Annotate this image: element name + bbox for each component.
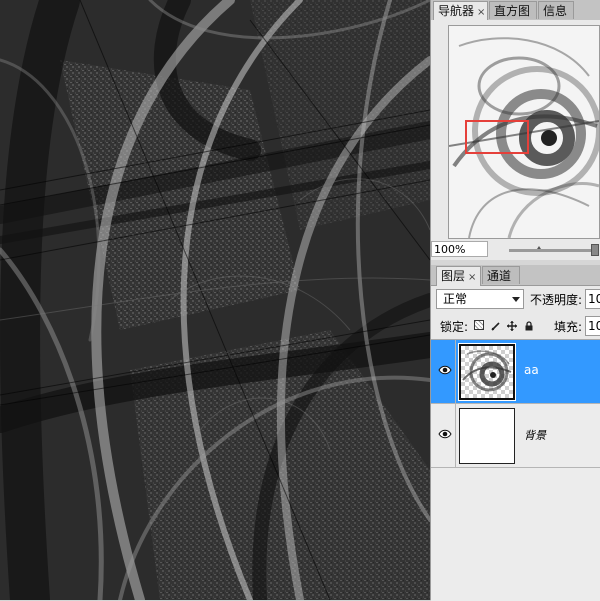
lock-transparent-icon[interactable] bbox=[474, 320, 484, 330]
layers-panel: 图层× 通道 正常 不透明度: 10 锁定: bbox=[431, 265, 600, 601]
eye-icon bbox=[438, 365, 452, 375]
chevron-down-icon bbox=[512, 297, 520, 302]
navigator-tabbar: 导航器 × 直方图 信息 bbox=[431, 0, 600, 21]
opacity-label: 不透明度: bbox=[530, 293, 583, 307]
fill-input[interactable]: 10 bbox=[585, 316, 600, 336]
document-canvas[interactable] bbox=[0, 0, 430, 600]
tab-navigator[interactable]: 导航器 × bbox=[433, 1, 488, 21]
tab-layers[interactable]: 图层 × bbox=[436, 266, 481, 286]
fractal-artwork bbox=[0, 0, 430, 600]
panel-dock: 导航器 × 直方图 信息 100% 图层 × 通道 正常 不透明度: 1 锁定:… bbox=[430, 0, 600, 601]
layer-thumbnail bbox=[459, 408, 515, 464]
navigator-preview[interactable] bbox=[448, 25, 600, 239]
layer-list: aa 背景 bbox=[431, 339, 600, 601]
layer-thumbnail-image bbox=[462, 350, 512, 392]
layer-row-aa[interactable]: aa bbox=[431, 340, 600, 404]
layer-thumbnail bbox=[458, 343, 516, 401]
layer-visibility-toggle[interactable] bbox=[435, 340, 456, 403]
lock-image-icon[interactable] bbox=[491, 320, 501, 331]
layer-row-background[interactable]: 背景 bbox=[431, 404, 600, 468]
tab-info-label: 信息 bbox=[543, 4, 568, 18]
layer-name: aa bbox=[524, 363, 539, 377]
blend-mode-select[interactable]: 正常 bbox=[436, 289, 524, 309]
zoom-slider[interactable] bbox=[509, 249, 599, 252]
layers-tabbar: 图层 × 通道 bbox=[431, 265, 600, 286]
tab-channels[interactable]: 通道 bbox=[482, 266, 520, 284]
fill-label: 填充: bbox=[554, 320, 583, 334]
zoom-slider-handle[interactable] bbox=[591, 244, 599, 256]
close-icon[interactable]: × bbox=[477, 7, 485, 18]
tab-info[interactable]: 信息 bbox=[538, 1, 574, 19]
lock-position-icon[interactable] bbox=[507, 320, 517, 331]
layer-visibility-toggle[interactable] bbox=[435, 404, 456, 467]
lock-label: 锁定: bbox=[440, 320, 469, 334]
blend-row: 正常 不透明度: 10 bbox=[431, 289, 600, 309]
eye-icon bbox=[438, 429, 452, 439]
tab-histogram-label: 直方图 bbox=[494, 4, 531, 18]
tab-channels-label: 通道 bbox=[487, 269, 512, 283]
navigator-panel: 100% bbox=[431, 20, 600, 260]
close-icon[interactable]: × bbox=[468, 272, 476, 283]
navigator-preview-image bbox=[448, 26, 600, 239]
tab-layers-label: 图层 bbox=[441, 269, 466, 283]
layer-name: 背景 bbox=[524, 429, 546, 442]
lock-row: 锁定: 填充: 10 bbox=[431, 316, 600, 336]
lock-all-icon[interactable] bbox=[524, 320, 534, 331]
opacity-input[interactable]: 10 bbox=[585, 289, 600, 309]
zoom-input[interactable]: 100% bbox=[431, 241, 488, 257]
tab-navigator-label: 导航器 bbox=[438, 4, 475, 18]
blend-mode-value: 正常 bbox=[443, 292, 468, 306]
tab-histogram[interactable]: 直方图 bbox=[489, 1, 537, 19]
